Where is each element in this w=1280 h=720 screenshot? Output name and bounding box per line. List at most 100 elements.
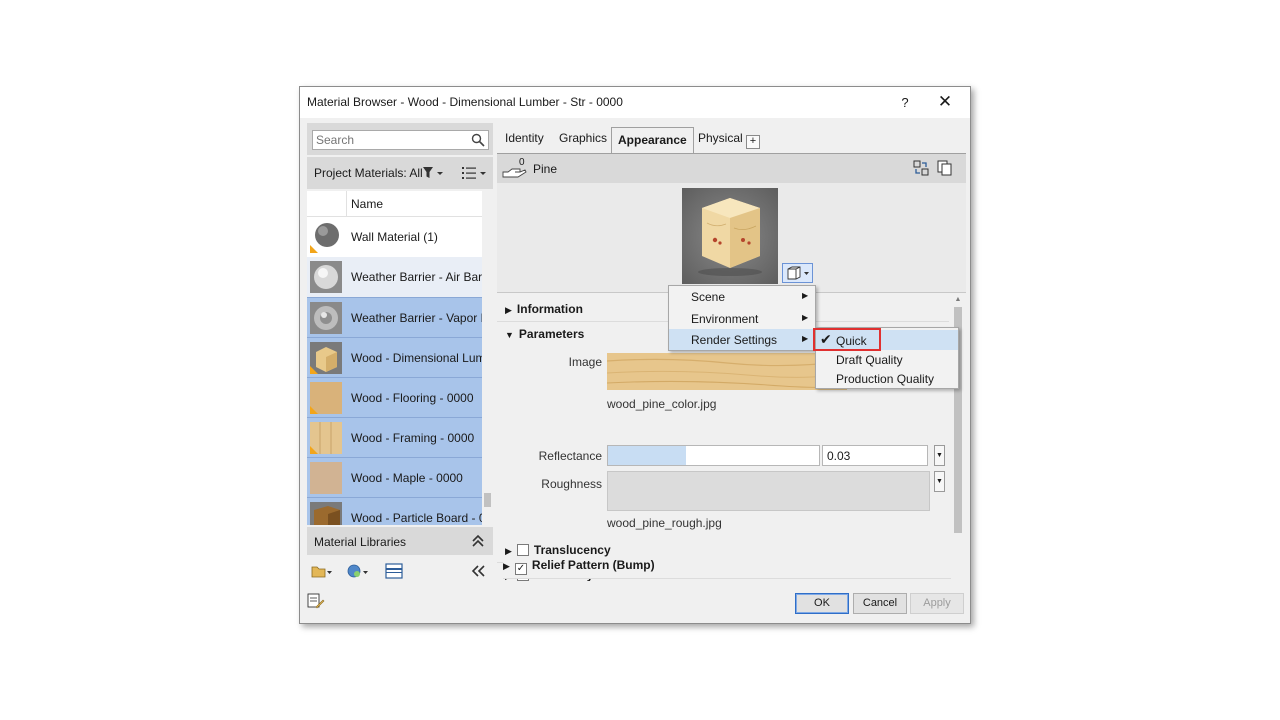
reflectance-slider-fill — [608, 446, 687, 465]
add-asset-button[interactable]: + — [746, 135, 760, 149]
section-translucency-label: Translucency — [533, 543, 611, 557]
list-header: Name — [307, 191, 482, 217]
reflectance-slider[interactable] — [607, 445, 820, 466]
list-item[interactable]: Wood - Dimensional Lumber - Str - 0000 — [307, 337, 482, 377]
library-folder-icon[interactable] — [311, 563, 333, 579]
image-file-name[interactable]: wood_pine_color.jpg — [607, 397, 716, 411]
reflectance-dropdown-button[interactable]: ▼ — [934, 445, 945, 466]
list-view-icon[interactable] — [461, 165, 489, 181]
menu-item-scene[interactable]: Scene ▶ — [669, 286, 815, 307]
tab-identity[interactable]: Identity — [505, 131, 544, 145]
list-item[interactable]: Weather Barrier - Air Barrier — [307, 257, 482, 297]
cancel-button[interactable]: Cancel — [853, 593, 907, 614]
chevron-up-double-icon[interactable] — [469, 532, 487, 550]
divider — [503, 578, 951, 579]
duplicate-asset-icon[interactable] — [937, 160, 953, 176]
section-information-label: Information — [516, 302, 583, 316]
material-libraries-bar: Material Libraries — [307, 527, 493, 555]
wood-cube-thumbnail-icon — [310, 502, 342, 525]
tab-appearance[interactable]: Appearance — [611, 127, 694, 153]
submenu-arrow-icon: ▶ — [802, 313, 809, 322]
submenu-item-label: Production Quality — [836, 372, 935, 386]
reflectance-label: Reflectance — [538, 449, 602, 463]
material-libraries-label: Material Libraries — [314, 535, 407, 549]
filter-icon[interactable] — [422, 166, 444, 180]
section-relief-label: Relief Pattern (Bump) — [531, 558, 655, 572]
material-editor-icon[interactable] — [307, 593, 325, 609]
roughness-label: Roughness — [541, 477, 602, 491]
material-name: Weather Barrier - Air Barrier — [351, 270, 482, 284]
image-texture-swatch[interactable] — [607, 353, 847, 390]
help-button[interactable]: ? — [892, 92, 918, 114]
material-name: Wood - Maple - 0000 — [351, 471, 463, 485]
roughness-texture-swatch[interactable] — [607, 471, 930, 511]
chevron-left-double-icon[interactable] — [469, 563, 491, 579]
material-list: Name Wall Material (1) Weather Barrier -… — [307, 191, 493, 525]
left-panel: Project Materials: All Name — [307, 123, 493, 581]
preview-area — [497, 183, 966, 293]
material-name: Wall Material (1) — [351, 230, 438, 244]
scrollbar-thumb[interactable] — [484, 493, 491, 507]
submenu-item-draft-quality[interactable]: Draft Quality — [816, 349, 958, 369]
highlight-annotation-box — [813, 328, 881, 351]
section-information[interactable]: ▶ Information — [505, 302, 583, 316]
thumbnail-column-header — [307, 191, 347, 217]
preview-options-button[interactable] — [782, 263, 813, 283]
roughness-dropdown-button[interactable]: ▼ — [934, 471, 945, 492]
material-name: Wood - Flooring - 0000 — [351, 391, 474, 405]
panel-toggle-icon[interactable] — [384, 563, 406, 579]
list-item[interactable]: Wood - Maple - 0000 — [307, 457, 482, 497]
asset-name: Pine — [533, 162, 558, 176]
relief-checkbox[interactable]: ✓ — [514, 563, 527, 575]
submenu-arrow-icon: ▶ — [802, 334, 809, 343]
asset-bar: 0 Pine — [497, 153, 966, 183]
search-icon[interactable] — [471, 133, 485, 147]
submenu-item-production-quality[interactable]: Production Quality — [816, 368, 958, 388]
list-item[interactable]: Wood - Framing - 0000 — [307, 417, 482, 457]
tab-graphics[interactable]: Graphics — [559, 131, 607, 145]
project-materials-label: Project Materials: All — [314, 166, 423, 180]
expand-arrow-icon: ▶ — [505, 546, 512, 556]
sphere-thumbnail-icon — [310, 302, 342, 334]
expand-arrow-icon: ▶ — [503, 561, 510, 571]
list-item[interactable]: Weather Barrier - Vapor Retarder — [307, 297, 482, 337]
search-input[interactable] — [313, 131, 463, 149]
wood-swatch-thumbnail-icon — [310, 422, 342, 454]
list-item[interactable]: Wall Material (1) — [307, 217, 482, 257]
tab-strip: Identity Graphics Appearance Physical + — [497, 127, 966, 153]
apply-button[interactable]: Apply — [910, 593, 964, 614]
asset-globe-icon[interactable] — [347, 563, 369, 579]
menu-item-label: Scene — [691, 290, 726, 304]
close-button[interactable]: ✕ — [932, 91, 958, 113]
menu-item-environment[interactable]: Environment ▶ — [669, 308, 815, 329]
title-bar: Material Browser - Wood - Dimensional Lu… — [300, 87, 970, 118]
translucency-checkbox[interactable] — [516, 544, 529, 556]
material-name: Weather Barrier - Vapor Retarder — [351, 311, 482, 325]
name-column-header[interactable]: Name — [351, 197, 383, 211]
tab-physical[interactable]: Physical — [698, 131, 743, 145]
sphere-thumbnail-icon — [310, 221, 342, 253]
reflectance-value-field[interactable]: 0.03 — [822, 445, 928, 466]
material-list-scrollbar[interactable] — [482, 191, 493, 525]
search-bar — [307, 123, 493, 155]
material-name: Wood - Dimensional Lumber - Str - 0000 — [351, 351, 482, 365]
section-parameters[interactable]: ▼ Parameters — [505, 327, 584, 341]
ok-button[interactable]: OK — [795, 593, 849, 614]
material-preview-image — [682, 188, 778, 284]
submenu-arrow-icon: ▶ — [802, 291, 809, 300]
scroll-up-icon[interactable]: ▲ — [952, 294, 964, 306]
section-relief[interactable]: ▶ ✓ Relief Pattern (Bump) — [503, 558, 655, 575]
section-translucency[interactable]: ▶ Translucency — [505, 543, 611, 557]
window-title: Material Browser - Wood - Dimensional Lu… — [307, 95, 623, 109]
search-box[interactable] — [312, 130, 489, 150]
menu-item-render-settings[interactable]: Render Settings ▶ — [669, 329, 815, 350]
cube-preview-icon — [787, 266, 809, 280]
replace-asset-icon[interactable] — [913, 160, 929, 176]
library-toolbar — [307, 557, 493, 585]
list-item[interactable]: Wood - Particle Board - 0000 — [307, 497, 482, 525]
list-item[interactable]: Wood - Flooring - 0000 — [307, 377, 482, 417]
asset-users-count: 0 — [519, 157, 525, 168]
roughness-file-name[interactable]: wood_pine_rough.jpg — [607, 516, 722, 530]
material-name: Wood - Framing - 0000 — [351, 431, 475, 445]
wood-swatch-thumbnail-icon — [310, 462, 342, 494]
